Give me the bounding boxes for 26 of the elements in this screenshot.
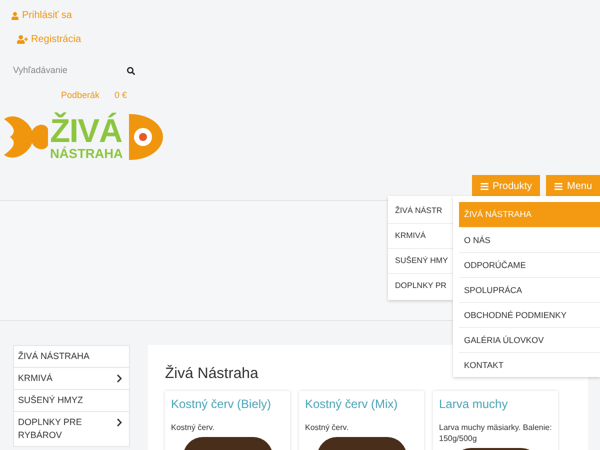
product-description: Kostný červ.: [171, 422, 216, 433]
sidebar-item[interactable]: DOPLNKY PRE RYBÁROV: [14, 410, 129, 446]
search-icon[interactable]: [127, 67, 135, 75]
cart-total: 0 €: [114, 89, 128, 102]
logo-text: NÁSTRAHA: [50, 146, 123, 160]
menu-item[interactable]: GALÉRIA ÚLOVKOV: [459, 327, 600, 352]
search-field[interactable]: Vyhľadávanie: [13, 64, 113, 78]
logo-text: ŽIVÁ: [50, 114, 122, 146]
menu-item[interactable]: SPOLUPRÁCA: [459, 277, 600, 302]
dropdown-item[interactable]: ŽIVÁ NÁSTR: [388, 198, 453, 223]
menu-item[interactable]: KONTAKT: [459, 352, 600, 377]
sidebar-item[interactable]: KRMIVÁ: [14, 366, 129, 388]
sidebar-item[interactable]: ŽIVÁ NÁSTRAHA: [14, 346, 129, 366]
menu-icon: [554, 182, 563, 190]
user-plus-icon: [17, 35, 28, 44]
menu-item[interactable]: O NÁS: [459, 227, 600, 252]
product-description: Larva muchy mäsiarky. Balenie: 150g/500g: [439, 422, 552, 444]
menu-item[interactable]: OBCHODNÉ PODMIENKY: [459, 302, 600, 327]
chevron-right-icon: [116, 374, 123, 382]
user-icon: [11, 12, 19, 20]
sidebar-item[interactable]: SUŠENÝ HMYZ: [14, 388, 129, 410]
page-heading: Živá Nástraha: [165, 364, 258, 384]
menu-icon: [480, 182, 489, 190]
menu-item[interactable]: ODPORÚČAME: [459, 252, 600, 277]
product-description: Kostný červ.: [305, 422, 350, 433]
chevron-right-icon: [116, 418, 123, 426]
